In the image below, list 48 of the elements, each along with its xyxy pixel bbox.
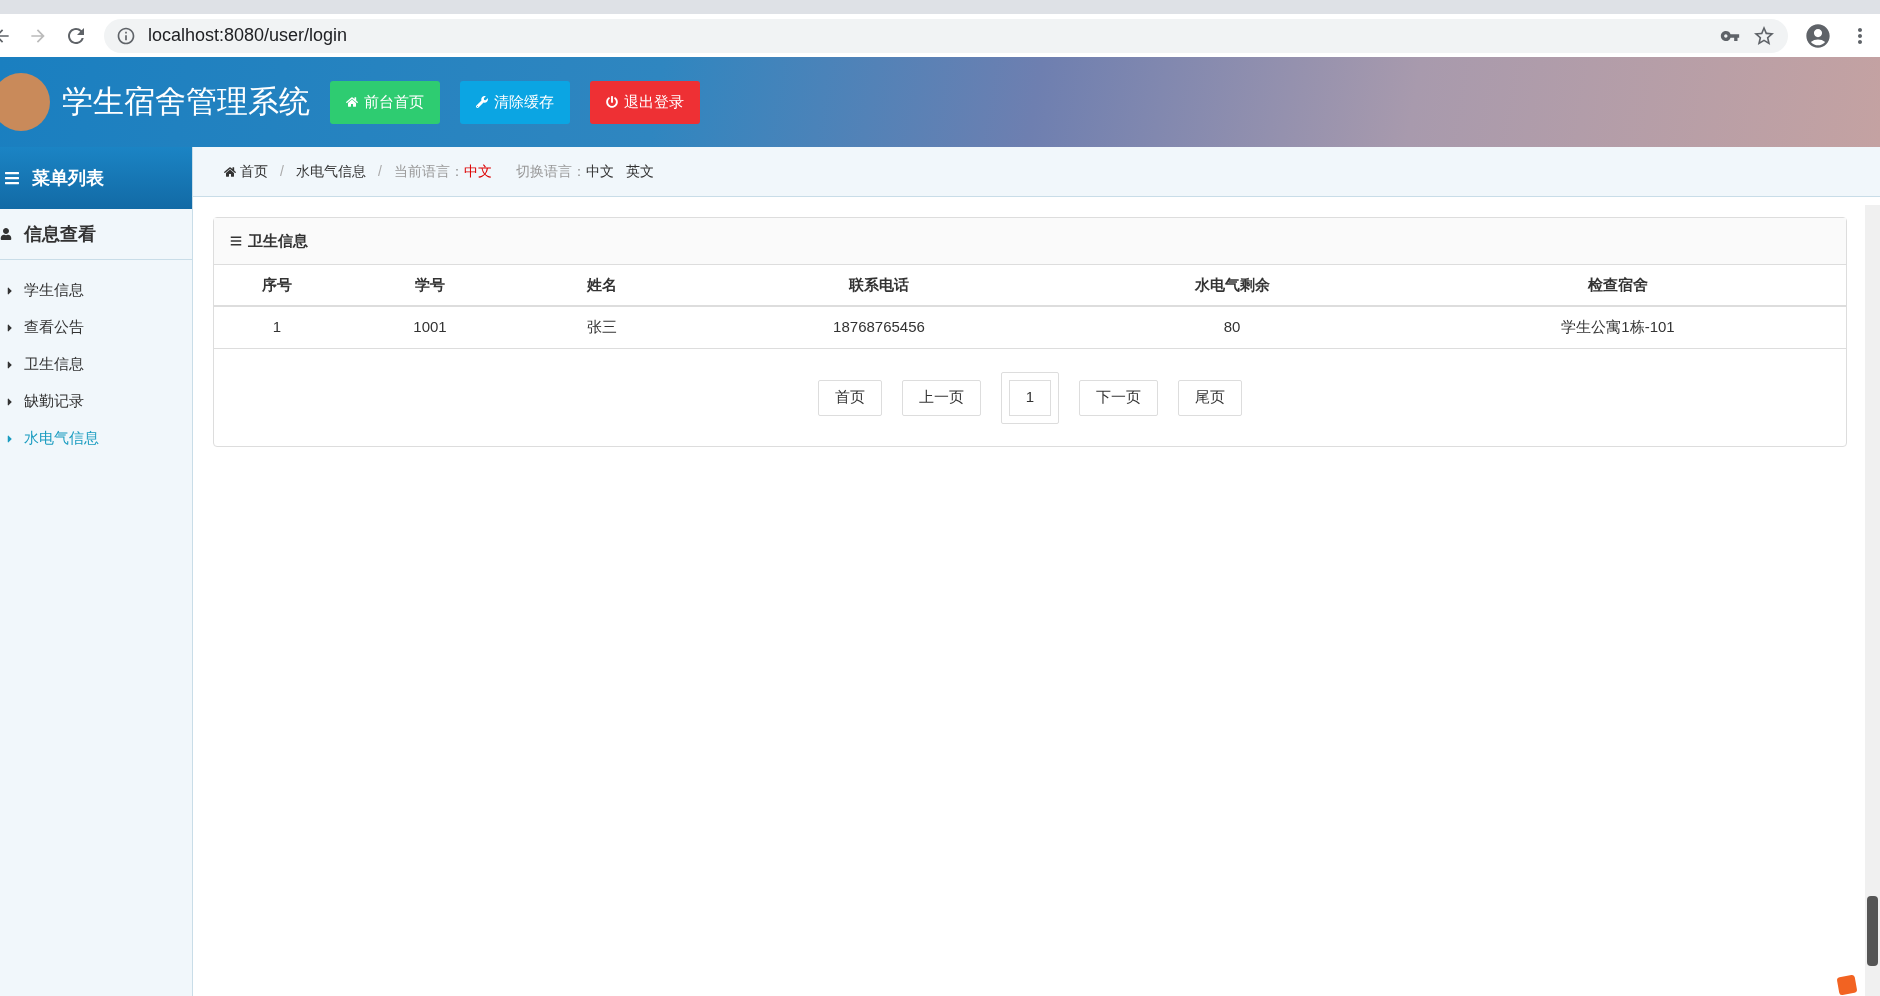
table-cell: 18768765456	[833, 318, 925, 336]
url-text: localhost:8080/user/login	[148, 24, 348, 47]
last-page-button[interactable]: 尾页	[1178, 379, 1242, 416]
address-bar[interactable]: localhost:8080/user/login	[104, 18, 1788, 53]
column-header: 检查宿舍	[1588, 275, 1648, 293]
list-icon	[230, 235, 242, 247]
scrollbar[interactable]	[1865, 205, 1880, 996]
home-icon	[224, 165, 236, 178]
column-header: 姓名	[587, 275, 617, 293]
table-cell: 80	[1223, 318, 1241, 336]
breadcrumb-separator: /	[280, 162, 284, 181]
column-header: 学号	[415, 275, 445, 293]
column-header: 水电气剩余	[1194, 275, 1270, 293]
breadcrumb-link[interactable]: 首页	[224, 161, 268, 182]
table-cell: 学生公寓1栋-101	[1561, 318, 1675, 336]
user-icon	[0, 228, 12, 240]
sidebar-item[interactable]: 卫生信息	[0, 346, 192, 383]
table-cell: 1	[272, 318, 282, 336]
language-label: 当前语言：	[393, 162, 464, 181]
profile-icon[interactable]	[1804, 21, 1832, 50]
switch-language-label: 切换语言：	[515, 162, 586, 181]
breadcrumb-link[interactable]: 水电气信息	[295, 161, 366, 182]
language-link[interactable]: 中文	[585, 161, 614, 182]
wrench-icon	[476, 96, 488, 108]
current-language: 中文	[463, 162, 492, 181]
power-icon	[606, 96, 618, 108]
table-cell: 张三	[587, 318, 617, 336]
sidebar-item[interactable]: 学生信息	[0, 272, 192, 309]
sidebar-item[interactable]: 查看公告	[0, 309, 192, 346]
sidebar-item[interactable]: 缺勤记录	[0, 383, 192, 420]
panel-title: 卫生信息	[248, 230, 308, 251]
site-title: 学生宿舍管理系统	[62, 82, 310, 121]
next-page-button[interactable]: 下一页	[1079, 379, 1158, 416]
first-page-button[interactable]: 首页	[818, 379, 882, 416]
breadcrumb-separator: /	[377, 162, 382, 181]
sidebar-title: 菜单列表	[32, 166, 104, 190]
section-title: 信息查看	[24, 222, 96, 246]
menu-icon	[4, 170, 20, 186]
column-header: 序号	[262, 275, 292, 293]
column-header: 联系电话	[849, 275, 909, 293]
table-cell: 1001	[413, 318, 447, 336]
header-button[interactable]: 退出登录	[590, 80, 700, 124]
home-icon	[346, 96, 358, 108]
language-link[interactable]: 英文	[625, 161, 654, 182]
info-icon[interactable]	[116, 25, 136, 46]
prev-page-button[interactable]: 上一页	[902, 379, 981, 416]
input-method-icon[interactable]	[1836, 974, 1858, 996]
page-input[interactable]: 1	[1009, 379, 1051, 416]
